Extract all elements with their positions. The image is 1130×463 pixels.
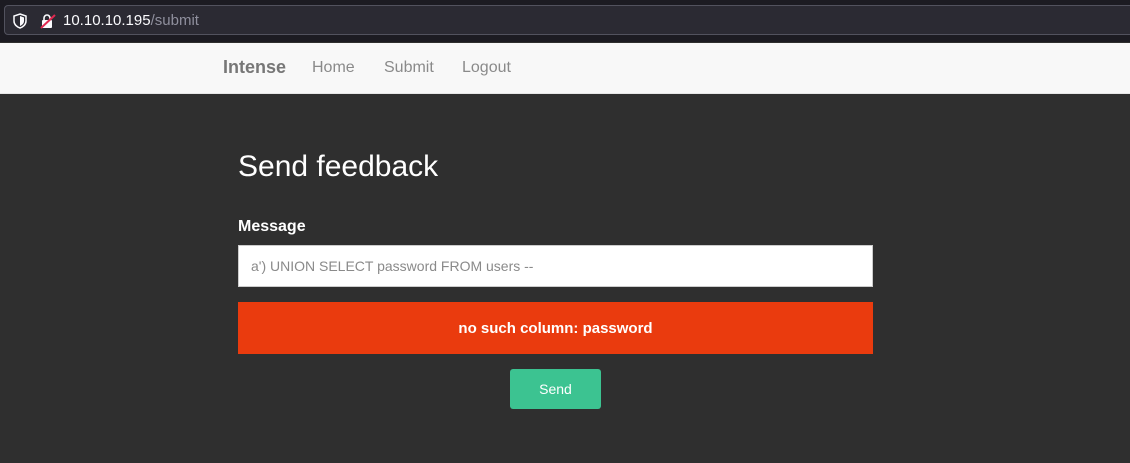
error-message: no such column: password — [458, 319, 653, 337]
browser-toolbar: 10.10.10.195/submit — [0, 0, 1130, 42]
address-bar[interactable]: 10.10.10.195/submit — [4, 5, 1130, 35]
site-navbar: Intense Home Submit Logout — [0, 43, 1130, 94]
url-text[interactable]: 10.10.10.195/submit — [63, 12, 199, 30]
insecure-lock-icon[interactable] — [40, 13, 56, 29]
error-alert: no such column: password — [238, 302, 873, 354]
page-title: Send feedback — [238, 150, 439, 183]
message-input[interactable] — [238, 245, 873, 287]
nav-submit[interactable]: Submit — [384, 59, 434, 77]
brand-logo[interactable]: Intense — [223, 57, 286, 78]
nav-home[interactable]: Home — [312, 59, 355, 77]
nav-logout[interactable]: Logout — [462, 59, 511, 77]
message-label: Message — [238, 218, 306, 235]
shield-icon[interactable] — [13, 13, 27, 29]
send-button[interactable]: Send — [510, 369, 601, 409]
url-path: /submit — [150, 12, 199, 29]
url-host: 10.10.10.195 — [63, 12, 151, 29]
